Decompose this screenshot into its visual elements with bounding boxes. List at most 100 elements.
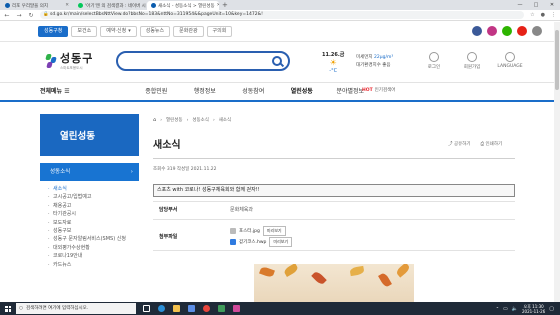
attachment-link[interactable]: 포스터.jpg xyxy=(239,228,260,234)
maximize-button[interactable]: □ xyxy=(528,0,544,10)
reload-icon[interactable]: ↻ xyxy=(28,12,34,19)
breadcrumb-item[interactable]: 열린성동 xyxy=(166,117,183,123)
divider xyxy=(153,201,515,202)
menu-icon: ☰ xyxy=(64,88,70,95)
url-field[interactable]: 🔒 sd.go.kr/main/selectBbsNttView.do?bbsN… xyxy=(40,11,525,19)
dept-label: 담당부서 xyxy=(159,207,178,213)
page-scrollbar[interactable] xyxy=(554,22,560,302)
sidebar-section-label: 성동소식 xyxy=(50,169,71,175)
top-link-news[interactable]: 성동뉴스 xyxy=(139,26,171,37)
top-link-district-office[interactable]: 성동구청 xyxy=(38,26,69,37)
favicon-icon xyxy=(78,3,83,8)
site-header: 성동구 스마트포용도시 11.26.금 ☀ -°C 미세먼지 22μg/m³ 대… xyxy=(0,42,560,82)
facebook-icon[interactable] xyxy=(472,26,482,36)
scrollbar-thumb[interactable] xyxy=(555,30,559,90)
breadcrumb-item[interactable]: 새소식 xyxy=(219,117,231,123)
address-bar: ← → ↻ 🔒 sd.go.kr/main/selectBbsNttView.d… xyxy=(0,10,560,21)
windows-taskbar: 검색하려면 여기에 입력하십시오. ⌃ ▭ 🔈 오후 11:30 2021-11… xyxy=(0,302,560,315)
task-view-icon[interactable] xyxy=(140,302,153,315)
site-search-input[interactable] xyxy=(116,51,290,71)
app-icon[interactable] xyxy=(215,302,228,315)
hot-badge: HOT xyxy=(362,88,373,93)
youtube-icon[interactable] xyxy=(517,26,527,36)
sidebar-item-awards[interactable]: 대외평가수상현황 xyxy=(48,244,126,253)
close-tab-icon[interactable]: ✕ xyxy=(217,3,219,8)
clock[interactable]: 오후 11:30 2021-11-26 xyxy=(522,304,545,314)
share-button[interactable]: ⤴ 공유하기 xyxy=(448,141,471,147)
notification-icon[interactable]: ▢ xyxy=(549,306,554,312)
folder-icon[interactable] xyxy=(170,302,183,315)
signup-link[interactable]: 회원가입 xyxy=(458,52,486,70)
start-button[interactable] xyxy=(0,302,16,315)
sidebar-item-sms[interactable]: 성동구 문자알림서비스(SMS) 신청 xyxy=(48,235,126,244)
divider xyxy=(153,219,515,220)
hot-keywords[interactable]: HOT 인기검색어 xyxy=(362,87,395,93)
edge-icon[interactable] xyxy=(155,302,168,315)
kakao-icon[interactable] xyxy=(532,26,542,36)
nav-item-open-seongdong[interactable]: 열린성동 xyxy=(278,83,327,101)
home-icon[interactable]: ⌂ xyxy=(153,117,156,123)
top-link-reservation[interactable]: 예약·신청 ▾ xyxy=(100,26,137,37)
sidebar-banner: 열린성동 xyxy=(40,114,139,156)
bookmark-star-icon[interactable]: ☆ xyxy=(530,12,534,18)
browser-tab-3[interactable]: 새소식 - 성동소식 > 열린성동 ✕ xyxy=(147,1,219,10)
app-icon[interactable] xyxy=(230,302,243,315)
sidebar-item-notices[interactable]: 고시공고/입법예고 xyxy=(48,193,126,202)
forward-arrow-icon[interactable]: → xyxy=(16,12,22,19)
profile-icon[interactable]: ● xyxy=(541,12,545,18)
minimize-button[interactable]: — xyxy=(512,0,528,10)
back-arrow-icon[interactable]: ← xyxy=(4,12,10,19)
sidebar-item-card-news[interactable]: 카드뉴스 xyxy=(48,261,126,270)
instagram-icon[interactable] xyxy=(487,26,497,36)
sidebar-item-gazette[interactable]: 성동구보 xyxy=(48,227,126,236)
all-menu-button[interactable]: 전체메뉴 ☰ xyxy=(40,83,70,101)
browser-tab-2[interactable]: '아기'엔 의 검색결과 : 네이버 시 ✕ xyxy=(74,1,146,10)
volume-icon[interactable]: 🔈 xyxy=(512,306,518,312)
logo-mark-icon xyxy=(45,53,57,69)
network-icon[interactable]: ▭ xyxy=(503,306,508,312)
search-icon[interactable] xyxy=(272,56,282,66)
store-icon[interactable] xyxy=(185,302,198,315)
new-tab-button[interactable]: + xyxy=(222,1,228,10)
site-logo[interactable]: 성동구 스마트포용도시 xyxy=(45,50,93,71)
close-window-button[interactable]: ✕ xyxy=(544,0,560,10)
attachment-link[interactable]: 걷기코스.hwp xyxy=(239,239,266,245)
sidebar-item-recruit[interactable]: 채용공고 xyxy=(48,202,126,211)
top-link-culture-tour[interactable]: 문화관광 xyxy=(173,26,204,37)
chevron-right-icon: › xyxy=(130,169,133,175)
tab-label: 리포 우리말을 의지 xyxy=(12,3,48,9)
util-label: 회원가입 xyxy=(463,65,481,70)
weather-widget: 11.26.금 ☀ -°C xyxy=(322,51,344,74)
language-link[interactable]: LANGUAGE xyxy=(496,52,524,70)
browser-tab-1[interactable]: 리포 우리말을 의지 ✕ xyxy=(1,1,73,10)
nav-item-participation[interactable]: 성동참여 xyxy=(229,83,278,101)
util-label: 로그인 xyxy=(427,65,441,70)
sidebar-section-news[interactable]: 성동소식 › xyxy=(40,163,139,181)
preview-button[interactable]: 미리보기 xyxy=(262,226,286,236)
share-label: 공유하기 xyxy=(453,142,471,147)
sidebar-item-news[interactable]: 새소식 xyxy=(48,185,126,194)
sidebar-item-press[interactable]: 보도자료 xyxy=(48,219,126,228)
print-button[interactable]: ⎙ 인쇄하기 xyxy=(481,141,503,147)
top-link-health-center[interactable]: 보건소 xyxy=(71,26,98,37)
chevron-up-icon[interactable]: ⌃ xyxy=(496,306,499,311)
breadcrumb-sep: › xyxy=(186,117,189,123)
main-nav: 전체메뉴 ☰ 종합민원 행정정보 성동참여 열린성동 분야별정보 HOT 인기검색… xyxy=(0,82,560,102)
breadcrumb-item[interactable]: 성동소식 xyxy=(192,117,209,123)
air-quality: 미세먼지 22μg/m³ 대기환경지수 좋음 xyxy=(356,54,393,70)
login-link[interactable]: 로그인 xyxy=(420,52,448,70)
sidebar-item-other-agency[interactable]: 타기관공시 xyxy=(48,210,126,219)
breadcrumb: ⌂ › 열린성동 › 성동소식 › 새소식 xyxy=(153,117,231,123)
top-link-council[interactable]: 구의회 xyxy=(206,26,233,37)
favicon-icon xyxy=(151,3,156,8)
taskbar-search-input[interactable]: 검색하려면 여기에 입력하십시오. xyxy=(16,303,136,314)
leaf-decoration xyxy=(395,264,411,278)
preview-button[interactable]: 미리보기 xyxy=(269,237,293,247)
blog-icon[interactable] xyxy=(502,26,512,36)
sidebar-item-covid[interactable]: 코로나19안내 xyxy=(48,252,126,261)
close-tab-icon[interactable]: ✕ xyxy=(65,3,69,8)
nav-item-civil-service[interactable]: 종합민원 xyxy=(132,83,181,101)
chrome-icon[interactable] xyxy=(200,302,213,315)
browser-menu-icon[interactable]: ⋮ xyxy=(551,12,556,18)
nav-item-admin-info[interactable]: 행정정보 xyxy=(181,83,230,101)
